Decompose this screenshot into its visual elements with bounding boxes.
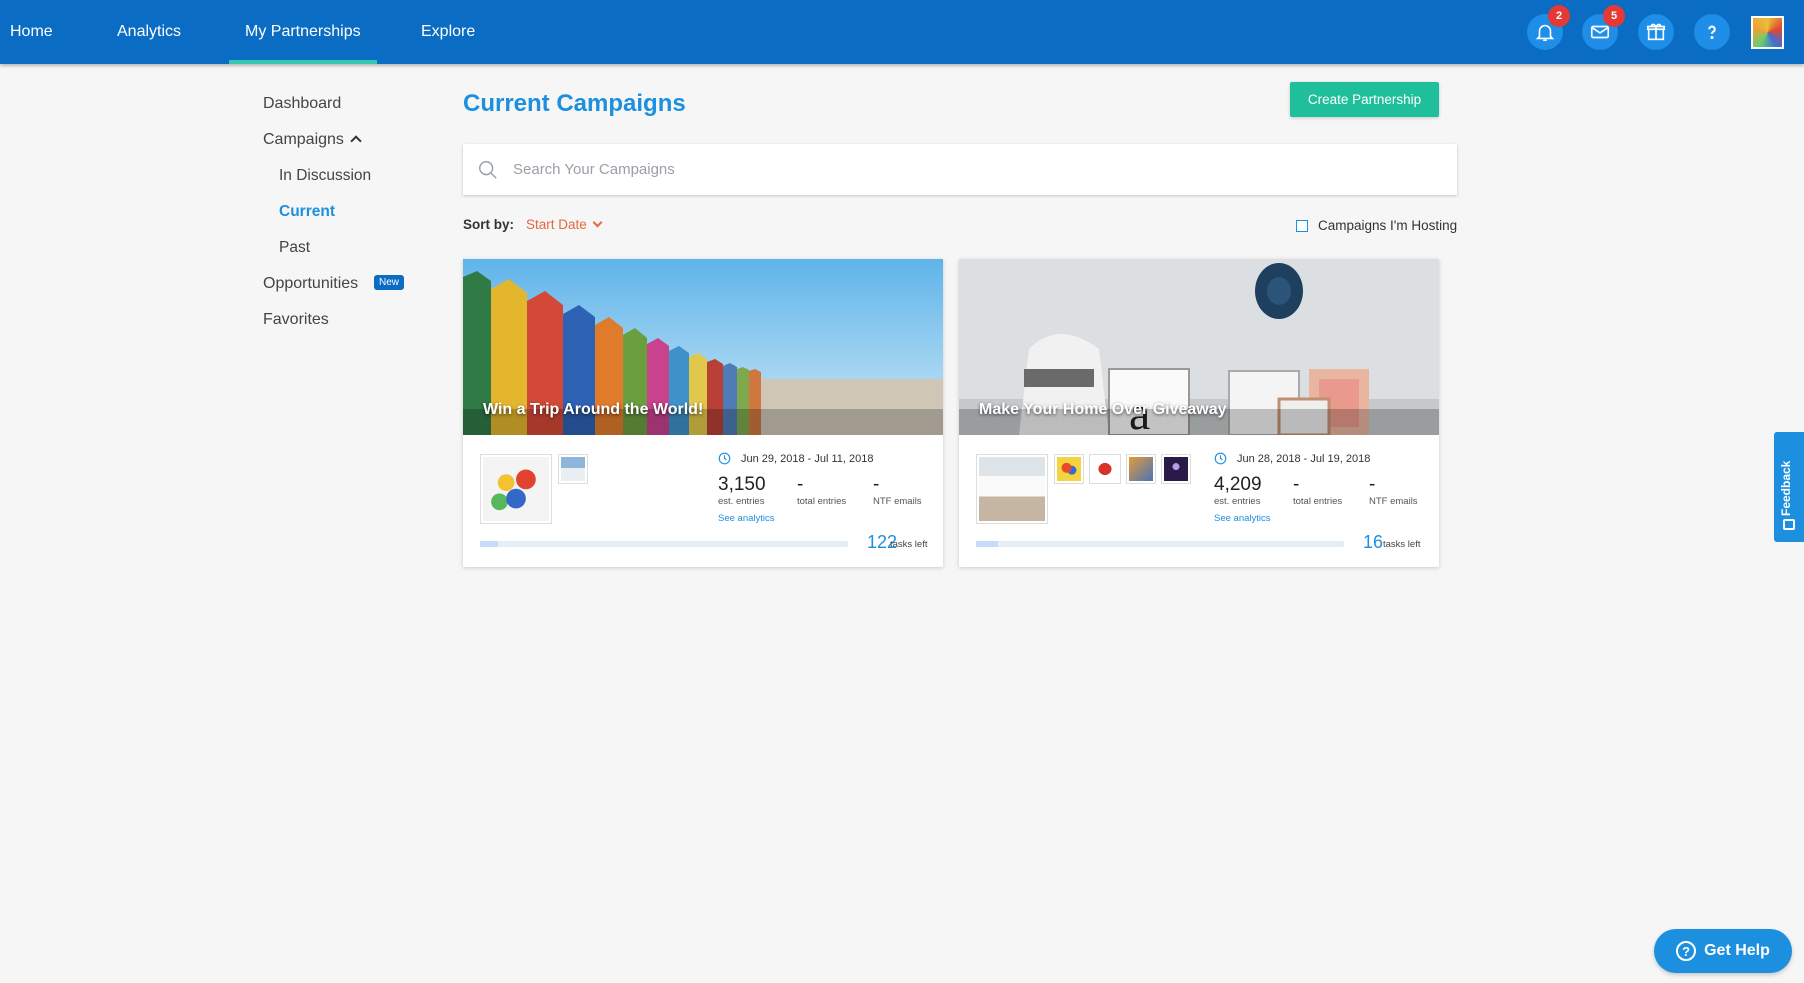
partner-logo[interactable] [480, 454, 552, 524]
tasks-left-label: tasks left [1383, 539, 1421, 550]
campaign-title: Win a Trip Around the World! [483, 401, 704, 418]
partner-logo[interactable] [1054, 454, 1084, 484]
clock-icon [718, 452, 731, 465]
tab-analytics[interactable]: Analytics [117, 0, 181, 64]
clock-icon [1214, 452, 1227, 465]
partner-logo[interactable] [1089, 454, 1121, 484]
tasks-left-label: tasks left [890, 539, 928, 550]
question-circle-icon: ? [1676, 941, 1697, 961]
see-analytics-link[interactable]: See analytics [718, 513, 775, 524]
search-icon [479, 160, 497, 179]
sidebar-item-past[interactable]: Past [279, 239, 310, 257]
sidebar-item-current[interactable]: Current [279, 203, 335, 221]
search-bar [463, 144, 1457, 195]
est-entries-value: 4,209 [1214, 474, 1262, 495]
ntf-emails-value: - [1369, 474, 1376, 495]
total-entries-value: - [797, 474, 804, 495]
campaign-date-range: Jun 28, 2018 - Jul 19, 2018 [1237, 452, 1371, 465]
tasks-progress-bar [976, 541, 1344, 547]
get-help-button[interactable]: ? Get Help [1654, 929, 1792, 973]
tab-my-partnerships[interactable]: My Partnerships [229, 0, 377, 64]
total-entries-value: - [1293, 474, 1300, 495]
hosting-filter-label: Campaigns I'm Hosting [1318, 218, 1458, 233]
campaign-dates: Jun 29, 2018 - Jul 11, 2018 [718, 452, 874, 465]
sort-dropdown[interactable]: Start Date [526, 217, 603, 232]
user-avatar[interactable] [1751, 16, 1784, 49]
est-entries-value: 3,150 [718, 474, 766, 495]
tasks-progress-fill [976, 541, 999, 547]
total-entries-label: total entries [1293, 496, 1343, 507]
ntf-emails-label: NTF emails [1369, 496, 1418, 507]
partner-logo[interactable] [1161, 454, 1191, 484]
feedback-label: Feedback [1779, 460, 1793, 516]
hosting-filter[interactable]: Campaigns I'm Hosting [1296, 218, 1457, 233]
campaign-hero-image: a Make Your Home Over Giveaway [959, 259, 1439, 435]
notification-count-badge: 2 [1548, 5, 1570, 27]
est-entries-label: est. entries [1214, 496, 1261, 507]
see-analytics-link[interactable]: See analytics [1214, 513, 1271, 524]
tasks-progress-bar [480, 541, 848, 547]
partner-logo[interactable] [558, 454, 588, 484]
get-help-label: Get Help [1704, 942, 1770, 959]
top-navigation: Home Analytics My Partnerships Explore 2… [0, 0, 1804, 64]
new-badge: New [374, 275, 405, 290]
partner-logo[interactable] [1126, 454, 1156, 484]
page-title: Current Campaigns [463, 90, 686, 117]
ntf-emails-label: NTF emails [873, 496, 922, 507]
campaign-card[interactable]: Win a Trip Around the World! Jun 29, 201… [463, 259, 943, 567]
gift-icon[interactable] [1638, 14, 1674, 50]
search-input[interactable] [513, 161, 1413, 178]
est-entries-label: est. entries [718, 496, 765, 507]
sidebar-item-dashboard[interactable]: Dashboard [263, 95, 341, 113]
sidebar-item-campaigns[interactable]: Campaigns [263, 131, 362, 149]
sidebar-item-in-discussion[interactable]: In Discussion [279, 167, 371, 185]
chevron-down-icon [592, 217, 603, 228]
tasks-left-count: 16 [1363, 532, 1384, 552]
total-entries-label: total entries [797, 496, 847, 507]
hosting-checkbox[interactable] [1296, 219, 1308, 232]
message-count-badge: 5 [1603, 5, 1625, 27]
bell-icon[interactable]: 2 [1527, 5, 1570, 50]
sidebar-item-opportunities[interactable]: Opportunities [263, 275, 358, 293]
campaign-date-range: Jun 29, 2018 - Jul 11, 2018 [741, 452, 874, 465]
campaign-hero-image: Win a Trip Around the World! [463, 259, 943, 435]
sidebar-item-campaigns-label: Campaigns [263, 131, 344, 148]
chevron-up-icon [350, 135, 362, 147]
partner-logo[interactable] [976, 454, 1048, 524]
campaign-card[interactable]: a Make Your Home Over Giveaway Jun 28, 2… [959, 259, 1439, 567]
ntf-emails-value: - [873, 474, 880, 495]
sort-value: Start Date [526, 217, 587, 232]
sort-label: Sort by: [463, 217, 515, 232]
tab-home[interactable]: Home [10, 0, 53, 64]
feedback-tab[interactable]: Feedback [1774, 432, 1804, 542]
tab-explore[interactable]: Explore [421, 0, 475, 64]
tasks-progress-fill [480, 541, 499, 547]
chat-icon [1783, 519, 1795, 530]
help-icon[interactable] [1694, 14, 1730, 50]
campaign-title: Make Your Home Over Giveaway [979, 401, 1227, 418]
campaign-dates: Jun 28, 2018 - Jul 19, 2018 [1214, 452, 1370, 465]
sidebar-item-favorites[interactable]: Favorites [263, 311, 329, 329]
create-partnership-button[interactable]: Create Partnership [1290, 82, 1439, 117]
mail-icon[interactable]: 5 [1582, 5, 1625, 50]
